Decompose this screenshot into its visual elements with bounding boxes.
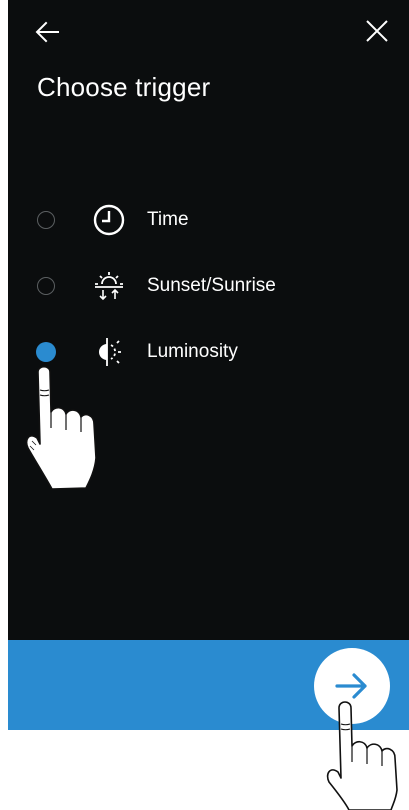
- option-time[interactable]: Time: [8, 196, 409, 246]
- bottom-action-bar: [8, 640, 409, 730]
- radio-button[interactable]: [37, 277, 55, 295]
- option-label: Sunset/Sunrise: [147, 275, 276, 296]
- next-button[interactable]: [314, 648, 390, 724]
- option-label: Time: [147, 209, 189, 230]
- back-button[interactable]: [32, 18, 62, 46]
- close-button[interactable]: [362, 18, 392, 46]
- luminosity-icon: [99, 338, 121, 366]
- top-bar: [8, 0, 409, 62]
- arrow-right-icon: [335, 673, 367, 699]
- radio-button-selected[interactable]: [36, 342, 56, 362]
- page-title: Choose trigger: [37, 72, 211, 102]
- sunset-sunrise-icon: [95, 272, 123, 301]
- trigger-screen: Choose trigger Time Sunset/Sunrise Lumin…: [8, 0, 409, 730]
- clock-icon: [93, 204, 125, 236]
- option-luminosity[interactable]: Luminosity: [8, 328, 409, 378]
- radio-button[interactable]: [37, 211, 55, 229]
- close-icon: [366, 20, 388, 42]
- option-sunset-sunrise[interactable]: Sunset/Sunrise: [8, 262, 409, 312]
- arrow-left-icon: [35, 21, 59, 43]
- option-label: Luminosity: [147, 341, 238, 362]
